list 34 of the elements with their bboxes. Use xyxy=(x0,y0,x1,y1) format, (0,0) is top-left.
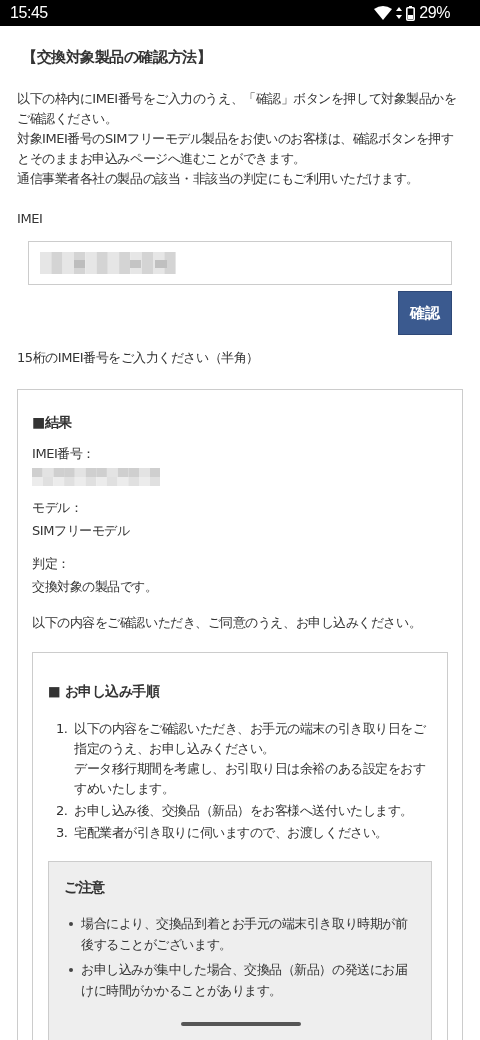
caution-heading: ご注意 xyxy=(64,879,106,897)
result-value: SIMフリーモデル xyxy=(32,522,131,540)
data-arrows-icon xyxy=(396,7,403,19)
result-label: モデル： xyxy=(32,499,84,517)
step-number: 1. xyxy=(56,720,69,738)
home-indicator[interactable] xyxy=(181,1022,301,1026)
imei-input-field[interactable] xyxy=(28,241,452,285)
result-label: 判定： xyxy=(32,555,71,573)
bullet-icon xyxy=(69,968,73,972)
confirm-button[interactable]: 確認 xyxy=(398,291,452,335)
result-heading: ■結果 xyxy=(32,414,73,432)
procedure-heading: ■ お申し込み手順 xyxy=(48,683,161,701)
step-text: 宅配業者が引き取りに伺いますので、お渡しください。 xyxy=(74,824,388,842)
result-label: IMEI番号： xyxy=(32,445,96,463)
battery-icon xyxy=(406,5,416,21)
step-text: データ移行期間を考慮し、お引取り日は余裕のある設定をおすすめいたします。 xyxy=(74,760,427,798)
bullet-icon xyxy=(69,922,73,926)
caution-text: お申し込みが集中した場合、交換品（新品）の発送にお届けに時間がかかることがあります。 xyxy=(81,961,409,1000)
intro-text: 以下の枠内にIMEI番号をご入力のうえ、「確認」ボタンを押して対象製品かをご確認ください。 xyxy=(17,90,458,128)
step-number: 3. xyxy=(56,824,69,842)
step-text: 以下の内容をご確認いただき、お手元の端末の引き取り日をご指定のうえ、お申し込みください。 xyxy=(74,720,427,758)
battery-percent: 29% xyxy=(419,4,450,22)
wifi-icon xyxy=(374,6,393,20)
status-time: 15:45 xyxy=(10,4,48,22)
intro-text: 通信事業者各社の製品の該当・非該当の判定にもご利用いただけます。 xyxy=(17,170,420,188)
page-title: 【交換対象製品の確認方法】 xyxy=(22,48,213,67)
caution-text: 場合により、交換品到着とお手元の端末引き取り時期が前後することがございます。 xyxy=(81,915,409,954)
imei-hint: 15桁のIMEI番号をご入力ください（半角） xyxy=(17,349,260,367)
imei-label: IMEI xyxy=(17,210,44,228)
intro-text: 対象IMEI番号のSIMフリーモデル製品をお使いのお客様は、確認ボタンを押すとそのままお申込みページへ進むことができます。 xyxy=(17,130,455,168)
result-note: 以下の内容をご確認いただき、ご同意のうえ、お申し込みください。 xyxy=(32,614,423,632)
result-value: 交換対象の製品です。 xyxy=(32,578,159,596)
step-number: 2. xyxy=(56,802,69,820)
step-text: お申し込み後、交換品（新品）をお客様へ送付いたします。 xyxy=(74,802,413,820)
